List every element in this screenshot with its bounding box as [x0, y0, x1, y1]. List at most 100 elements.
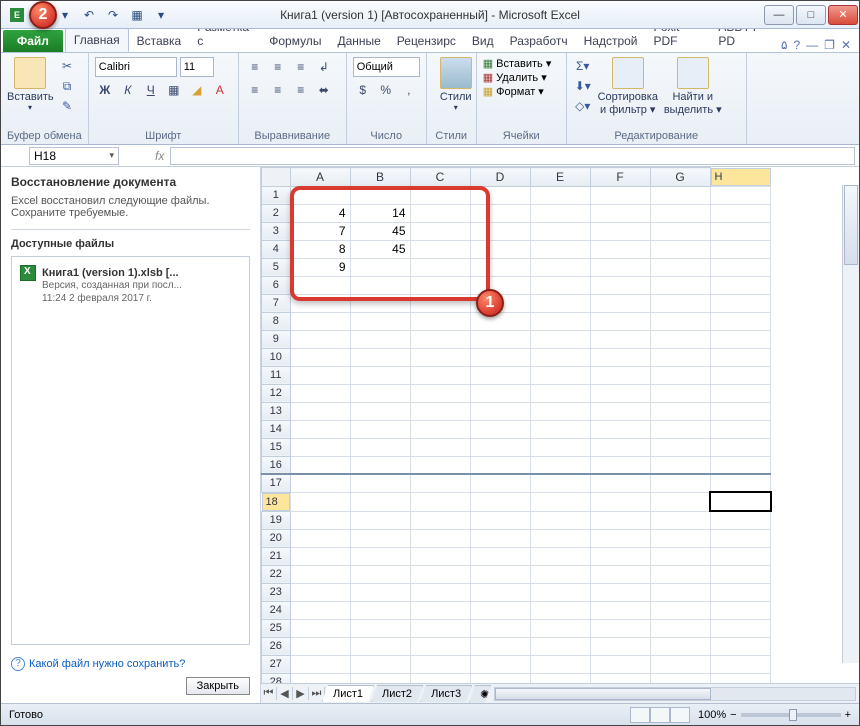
cell[interactable] — [470, 547, 530, 565]
cell[interactable] — [350, 330, 410, 348]
cell[interactable] — [590, 492, 650, 511]
zoom-out-button[interactable]: − — [730, 709, 736, 721]
cell[interactable] — [410, 601, 470, 619]
cell[interactable] — [710, 583, 771, 601]
cell[interactable] — [530, 276, 590, 294]
cell[interactable] — [530, 330, 590, 348]
cell[interactable] — [650, 637, 710, 655]
cell[interactable] — [290, 511, 350, 529]
row-header[interactable]: 28 — [262, 673, 291, 683]
cell[interactable] — [470, 511, 530, 529]
cell[interactable] — [470, 438, 530, 456]
row-header[interactable]: 3 — [262, 222, 291, 240]
fill[interactable]: ⬇▾ — [573, 77, 593, 95]
row-header[interactable]: 10 — [262, 348, 291, 366]
row-header[interactable]: 1 — [262, 186, 291, 204]
cell[interactable] — [470, 366, 530, 384]
cell[interactable] — [590, 276, 650, 294]
cell[interactable] — [650, 402, 710, 420]
cell[interactable] — [470, 204, 530, 222]
row-header[interactable]: 25 — [262, 619, 291, 637]
cell[interactable] — [290, 366, 350, 384]
cell[interactable] — [530, 456, 590, 474]
tab-home[interactable]: Главная — [65, 28, 129, 52]
cell[interactable] — [530, 511, 590, 529]
cell[interactable] — [710, 456, 771, 474]
cell[interactable] — [590, 601, 650, 619]
cell[interactable] — [350, 276, 410, 294]
cell[interactable] — [350, 583, 410, 601]
cell[interactable] — [290, 583, 350, 601]
cell[interactable] — [350, 637, 410, 655]
cell[interactable] — [590, 529, 650, 547]
row-header[interactable]: 13 — [262, 402, 291, 420]
cell[interactable] — [530, 583, 590, 601]
align-left[interactable]: ≡ — [245, 80, 265, 100]
cell[interactable] — [650, 366, 710, 384]
merge[interactable]: ⬌ — [314, 80, 334, 100]
cell[interactable] — [650, 529, 710, 547]
cell[interactable]: 7 — [290, 222, 350, 240]
cell[interactable] — [470, 492, 530, 511]
cell[interactable] — [350, 348, 410, 366]
underline-button[interactable]: Ч — [141, 80, 161, 100]
cell[interactable] — [590, 565, 650, 583]
cell[interactable] — [470, 601, 530, 619]
cell[interactable] — [650, 384, 710, 402]
cell[interactable] — [290, 655, 350, 673]
cell[interactable] — [710, 529, 771, 547]
cell[interactable] — [650, 547, 710, 565]
cell[interactable] — [590, 312, 650, 330]
cell[interactable] — [650, 511, 710, 529]
fx-icon[interactable]: fx — [155, 149, 164, 163]
cell[interactable] — [530, 312, 590, 330]
styles-button[interactable]: Стили▾ — [433, 57, 479, 112]
cell[interactable] — [350, 601, 410, 619]
number-format-select[interactable]: Общий — [353, 57, 420, 77]
cell[interactable] — [290, 348, 350, 366]
cell[interactable] — [710, 565, 771, 583]
row-header[interactable]: 5 — [262, 258, 291, 276]
cell[interactable] — [470, 348, 530, 366]
align-mid[interactable]: ≡ — [268, 57, 288, 77]
cell[interactable] — [290, 402, 350, 420]
cell[interactable] — [470, 330, 530, 348]
col-header[interactable]: D — [470, 168, 530, 187]
cell[interactable] — [470, 529, 530, 547]
cell[interactable] — [710, 240, 771, 258]
tab-addins[interactable]: Надстрой — [576, 30, 646, 52]
cell[interactable]: 14 — [350, 204, 410, 222]
cell[interactable] — [590, 456, 650, 474]
cell[interactable] — [590, 511, 650, 529]
italic-button[interactable]: К — [118, 80, 138, 100]
cell[interactable] — [350, 258, 410, 276]
cell[interactable] — [710, 258, 771, 276]
cell[interactable] — [710, 330, 771, 348]
cell[interactable] — [350, 420, 410, 438]
cell[interactable] — [530, 384, 590, 402]
cell[interactable] — [410, 222, 470, 240]
font-name-select[interactable]: Calibri — [95, 57, 177, 77]
cell[interactable] — [650, 456, 710, 474]
tab-developer[interactable]: Разработч — [502, 30, 576, 52]
row-header[interactable]: 12 — [262, 384, 291, 402]
row-header[interactable]: 24 — [262, 601, 291, 619]
cell[interactable] — [530, 601, 590, 619]
view-buttons[interactable] — [630, 707, 690, 723]
cell[interactable] — [710, 601, 771, 619]
cell[interactable] — [350, 655, 410, 673]
cell[interactable] — [590, 583, 650, 601]
cell[interactable] — [710, 312, 771, 330]
cell[interactable] — [590, 474, 650, 492]
cell[interactable] — [530, 294, 590, 312]
row-header[interactable]: 11 — [262, 366, 291, 384]
cell[interactable] — [350, 565, 410, 583]
cell[interactable] — [410, 565, 470, 583]
cell[interactable] — [650, 583, 710, 601]
col-header[interactable]: E — [530, 168, 590, 187]
row-header[interactable]: 7 — [262, 294, 291, 312]
cell[interactable] — [410, 366, 470, 384]
cell[interactable] — [650, 330, 710, 348]
cell[interactable] — [410, 312, 470, 330]
col-header[interactable]: C — [410, 168, 470, 187]
